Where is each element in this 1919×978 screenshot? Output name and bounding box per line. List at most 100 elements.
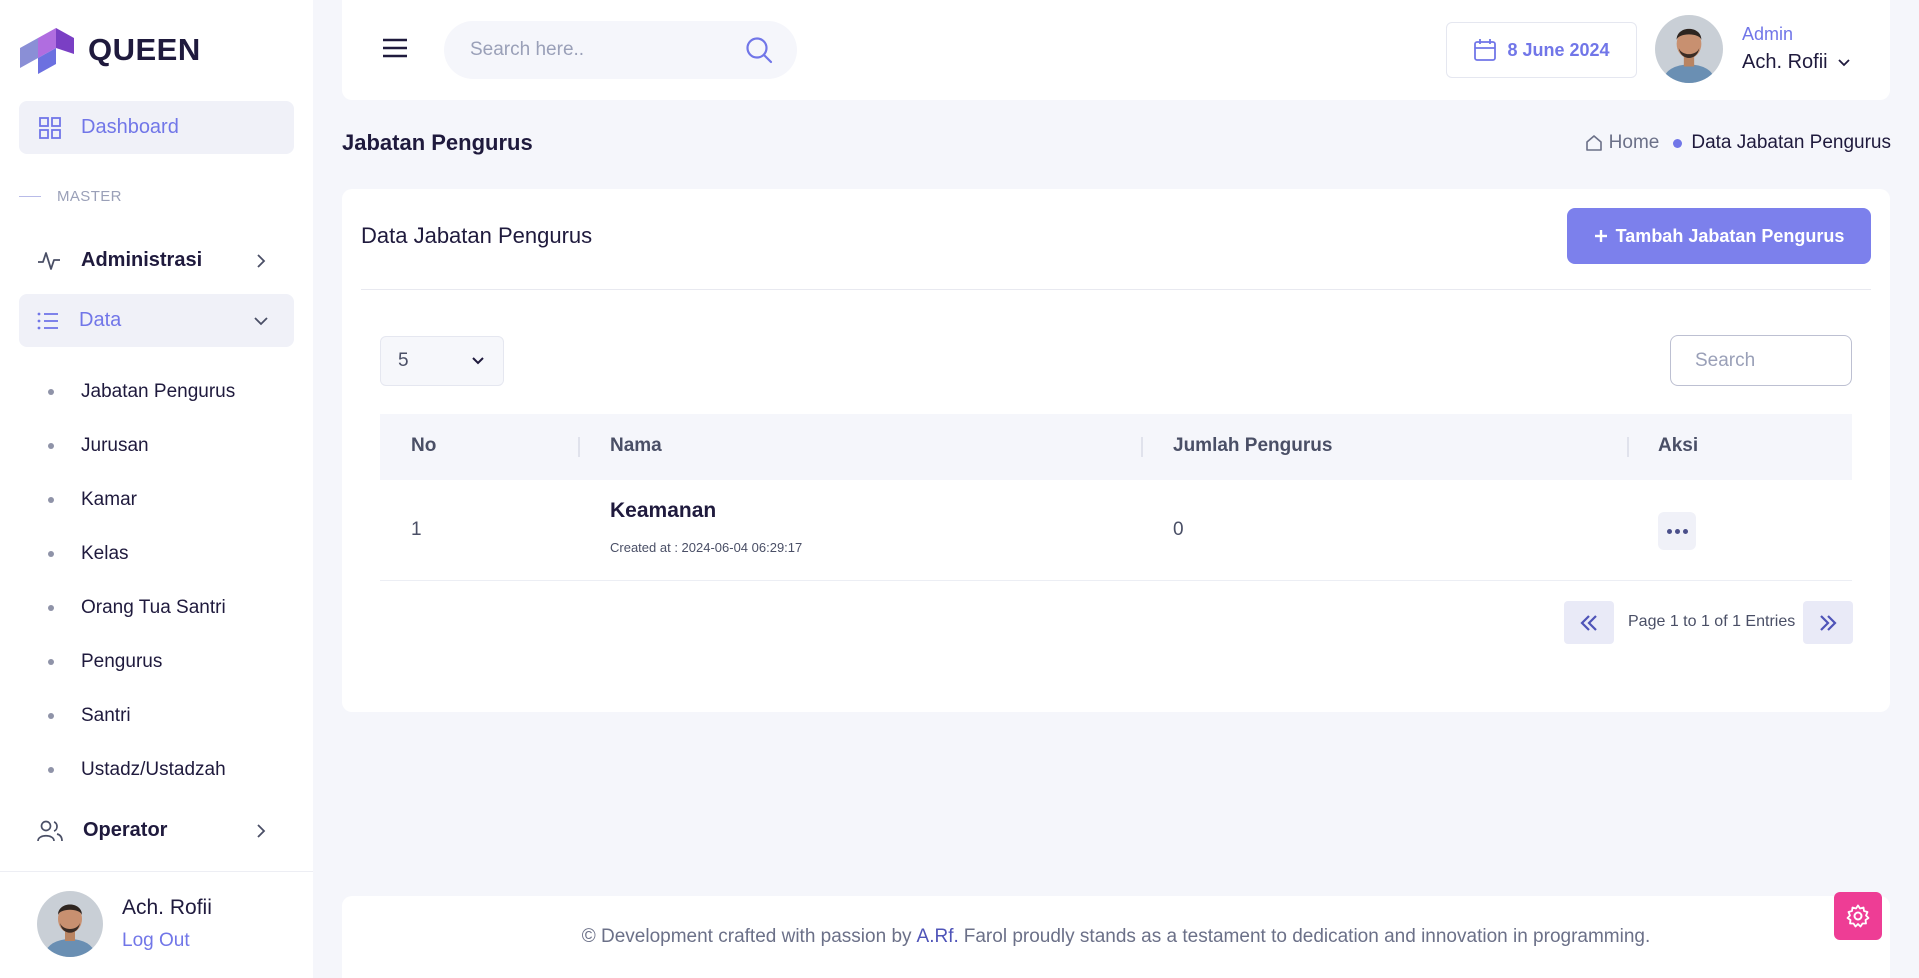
user-avatar-icon — [37, 891, 103, 957]
footer-prefix: © Development crafted with passion by — [581, 926, 912, 947]
section-divider — [19, 196, 41, 197]
chevron-down-icon — [254, 316, 268, 325]
sidebar-section-master: MASTER — [19, 188, 122, 205]
column-separator — [1141, 437, 1143, 457]
column-header-nama: Nama — [610, 435, 662, 456]
user-name: Ach. Rofii — [122, 896, 212, 919]
sidebar-subitem-label: Orang Tua Santri — [81, 597, 226, 618]
bullet-dot — [48, 389, 54, 395]
sidebar-subitem-label: Pengurus — [81, 651, 163, 672]
brand-logo[interactable]: QUEEN — [18, 24, 201, 76]
breadcrumb: Home Data Jabatan Pengurus — [1585, 132, 1891, 154]
user-name: Ach. Rofii — [1742, 51, 1828, 73]
header-user-menu[interactable]: Admin Ach. Rofii — [1655, 15, 1852, 83]
sidebar-item-data[interactable]: Data — [19, 294, 294, 347]
home-icon — [1585, 135, 1602, 151]
bullet-dot — [48, 713, 54, 719]
header-search-input[interactable]: Search here.. — [444, 21, 797, 79]
search-icon[interactable] — [745, 36, 773, 64]
sidebar-subitem-label: Santri — [81, 705, 131, 726]
sidebar-item-operator[interactable]: Operator — [19, 804, 294, 857]
sidebar-item-label: Data — [79, 309, 122, 331]
data-card: Data Jabatan Pengurus Tambah Jabatan Pen… — [342, 189, 1890, 712]
bullet-dot — [48, 497, 54, 503]
cell-no: 1 — [411, 519, 422, 540]
chevron-right-icon — [257, 253, 266, 268]
column-header-no: No — [411, 435, 437, 456]
chevron-down-icon — [472, 357, 484, 365]
table-search-input[interactable]: Search — [1670, 335, 1852, 386]
brand-name: QUEEN — [88, 32, 201, 67]
sidebar-item-label: Operator — [83, 819, 168, 841]
grid-icon — [39, 116, 61, 139]
sidebar-subitem-label: Kamar — [81, 489, 137, 510]
sidebar-subitem-pengurus[interactable]: Pengurus — [48, 651, 162, 673]
sidebar-divider — [0, 871, 313, 872]
sidebar-subitem-label: Kelas — [81, 543, 129, 564]
per-page-select[interactable]: 5 — [380, 336, 504, 386]
breadcrumb-current: Data Jabatan Pengurus — [1691, 132, 1891, 153]
section-label: MASTER — [57, 188, 122, 205]
table-row: 1 Keamanan Created at : 2024-06-04 06:29… — [380, 480, 1852, 581]
search-placeholder: Search — [1695, 349, 1756, 371]
add-jabatan-button[interactable]: Tambah Jabatan Pengurus — [1567, 208, 1871, 264]
chevron-down-icon[interactable] — [1836, 55, 1852, 71]
card-divider — [361, 289, 1871, 290]
sidebar-item-label: Dashboard — [81, 116, 179, 138]
bullet-dot — [48, 443, 54, 449]
chevrons-left-icon — [1580, 614, 1597, 631]
breadcrumb-home[interactable]: Home — [1609, 132, 1660, 154]
column-header-jumlah: Jumlah Pengurus — [1173, 435, 1333, 456]
breadcrumb-separator — [1673, 138, 1683, 148]
users-icon — [37, 820, 63, 841]
sidebar-subitem-kamar[interactable]: Kamar — [48, 489, 137, 511]
gear-icon — [1846, 904, 1870, 928]
page-footer: © Development crafted with passion by A.… — [342, 896, 1890, 978]
sidebar-item-administrasi[interactable]: Administrasi — [19, 234, 294, 287]
pagination-prev-button[interactable] — [1564, 601, 1614, 644]
avatar[interactable] — [1655, 15, 1723, 83]
footer-brand-link[interactable]: A.Rf. — [917, 926, 959, 948]
settings-button[interactable] — [1834, 892, 1882, 940]
table-header: No Nama Jumlah Pengurus Aksi — [380, 414, 1852, 480]
sidebar-subitem-jurusan[interactable]: Jurusan — [48, 435, 149, 457]
sidebar-item-dashboard[interactable]: Dashboard — [19, 101, 294, 154]
pagination-info: Page 1 to 1 of 1 Entries — [1628, 613, 1796, 630]
list-icon — [37, 312, 58, 329]
column-separator — [1627, 437, 1629, 457]
sidebar-subitem-ustadz[interactable]: Ustadz/Ustadzah — [48, 759, 226, 781]
date-display[interactable]: 8 June 2024 — [1446, 22, 1637, 78]
sidebar-subitem-label: Jabatan Pengurus — [81, 381, 236, 402]
sidebar-subitem-kelas[interactable]: Kelas — [48, 543, 129, 565]
more-dot — [1666, 528, 1672, 534]
user-avatar-icon — [1655, 15, 1723, 83]
activity-icon — [38, 251, 60, 270]
add-button-label: Tambah Jabatan Pengurus — [1615, 225, 1845, 246]
sidebar-subitem-orang-tua-santri[interactable]: Orang Tua Santri — [48, 597, 226, 619]
bullet-dot — [48, 551, 54, 557]
sidebar-subitem-label: Jurusan — [81, 435, 149, 456]
plus-icon — [1594, 230, 1607, 242]
chevron-right-icon — [257, 823, 266, 838]
date-text: 8 June 2024 — [1507, 39, 1610, 60]
bullet-dot — [48, 659, 54, 665]
sidebar: QUEEN Dashboard MASTER Administrasi Data — [0, 0, 313, 978]
sidebar-subitem-jabatan-pengurus[interactable]: Jabatan Pengurus — [48, 381, 235, 403]
sidebar-subitem-label: Ustadz/Ustadzah — [81, 759, 226, 780]
sidebar-subitem-santri[interactable]: Santri — [48, 705, 131, 727]
footer-suffix: Farol proudly stands as a testament to d… — [963, 926, 1651, 947]
row-actions-button[interactable] — [1658, 512, 1696, 550]
logout-link[interactable]: Log Out — [122, 930, 212, 952]
bullet-dot — [48, 767, 54, 773]
more-dot — [1682, 528, 1688, 534]
pagination-next-button[interactable] — [1803, 601, 1853, 644]
search-placeholder: Search here.. — [470, 39, 585, 60]
column-header-aksi: Aksi — [1658, 435, 1699, 456]
menu-icon[interactable] — [382, 37, 408, 59]
user-role: Admin — [1742, 24, 1794, 44]
avatar[interactable] — [37, 891, 103, 957]
column-separator — [578, 437, 580, 457]
card-title: Data Jabatan Pengurus — [361, 223, 593, 248]
top-header: Search here.. 8 June 2024 Admin Ach. Rof… — [342, 0, 1890, 100]
page-title: Jabatan Pengurus — [342, 130, 533, 155]
